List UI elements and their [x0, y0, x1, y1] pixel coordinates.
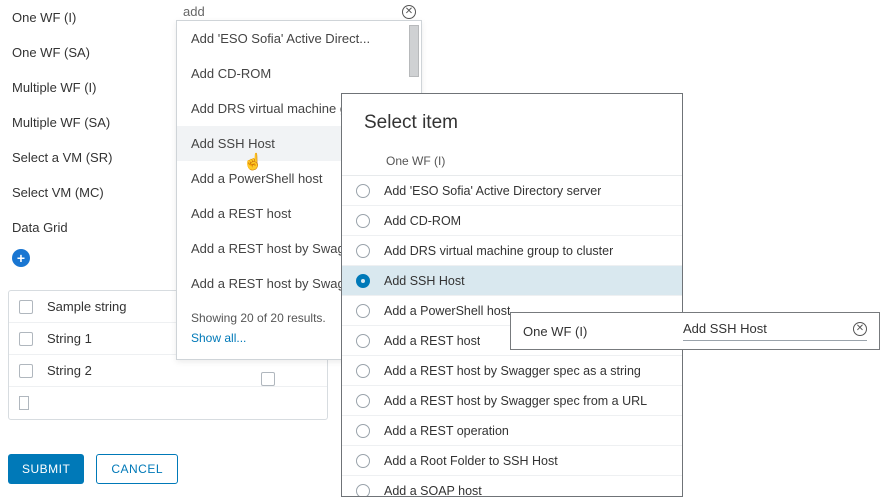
- sidebar-item-select-vm-sr[interactable]: Select a VM (SR): [8, 140, 158, 175]
- option-row-selected[interactable]: Add SSH Host: [342, 266, 682, 296]
- select-item-dialog: Select item One WF (I) Add 'ESO Sofia' A…: [341, 93, 683, 497]
- radio-icon[interactable]: [356, 364, 370, 378]
- radio-icon[interactable]: [356, 304, 370, 318]
- option-row[interactable]: Add a SOAP host: [342, 476, 682, 497]
- sidebar-item-one-wf-i[interactable]: One WF (I): [8, 0, 158, 35]
- column-chooser-icon[interactable]: [19, 396, 29, 410]
- option-row[interactable]: Add a REST host by Swagger spec from a U…: [342, 386, 682, 416]
- column-header: Sample string: [47, 299, 126, 314]
- dialog-column-header: One WF (I): [342, 146, 682, 176]
- option-row[interactable]: Add DRS virtual machine group to cluster: [342, 236, 682, 266]
- option-row[interactable]: Add a REST host by Swagger spec as a str…: [342, 356, 682, 386]
- sidebar-item-multiple-wf-sa[interactable]: Multiple WF (SA): [8, 105, 158, 140]
- sidebar-item-data-grid[interactable]: Data Grid: [8, 210, 158, 245]
- radio-icon-selected[interactable]: [356, 274, 370, 288]
- radio-icon[interactable]: [356, 184, 370, 198]
- radio-icon[interactable]: [356, 424, 370, 438]
- submit-button[interactable]: SUBMIT: [8, 454, 84, 484]
- sidebar-item-one-wf-sa[interactable]: One WF (SA): [8, 35, 158, 70]
- option-row[interactable]: Add 'ESO Sofia' Active Directory server: [342, 176, 682, 206]
- radio-icon[interactable]: [356, 214, 370, 228]
- data-grid-footer: [9, 387, 327, 419]
- add-icon[interactable]: +: [12, 249, 30, 267]
- option-row[interactable]: Add a Root Folder to SSH Host: [342, 446, 682, 476]
- checkbox[interactable]: [261, 372, 275, 386]
- button-row: SUBMIT CANCEL: [8, 454, 178, 484]
- selection-summary: One WF (I) Add SSH Host ✕: [510, 312, 880, 350]
- dialog-title: Select item: [342, 94, 682, 146]
- checkbox[interactable]: [19, 300, 33, 314]
- checkbox[interactable]: [19, 332, 33, 346]
- option-row[interactable]: Add CD-ROM: [342, 206, 682, 236]
- sidebar-item-multiple-wf-i[interactable]: Multiple WF (I): [8, 70, 158, 105]
- summary-input[interactable]: Add SSH Host ✕: [683, 321, 867, 341]
- dropdown-item[interactable]: Add CD-ROM: [177, 56, 421, 91]
- clear-icon[interactable]: ✕: [853, 322, 867, 336]
- cell: String 1: [47, 331, 92, 346]
- radio-icon[interactable]: [356, 394, 370, 408]
- clear-icon[interactable]: ✕: [402, 5, 416, 19]
- sidebar-item-select-vm-mc[interactable]: Select VM (MC): [8, 175, 158, 210]
- cell: String 2: [47, 363, 92, 378]
- radio-icon[interactable]: [356, 484, 370, 498]
- radio-icon[interactable]: [356, 244, 370, 258]
- radio-icon[interactable]: [356, 334, 370, 348]
- summary-value: Add SSH Host: [683, 321, 767, 336]
- radio-icon[interactable]: [356, 454, 370, 468]
- dropdown-item[interactable]: Add 'ESO Sofia' Active Direct...: [177, 21, 421, 56]
- scrollbar[interactable]: [409, 25, 419, 77]
- sidebar: One WF (I) One WF (SA) Multiple WF (I) M…: [8, 0, 158, 271]
- summary-label: One WF (I): [523, 324, 683, 339]
- option-row[interactable]: Add a REST operation: [342, 416, 682, 446]
- checkbox[interactable]: [19, 364, 33, 378]
- cancel-button[interactable]: CANCEL: [96, 454, 178, 484]
- search-input-text: add: [183, 4, 205, 19]
